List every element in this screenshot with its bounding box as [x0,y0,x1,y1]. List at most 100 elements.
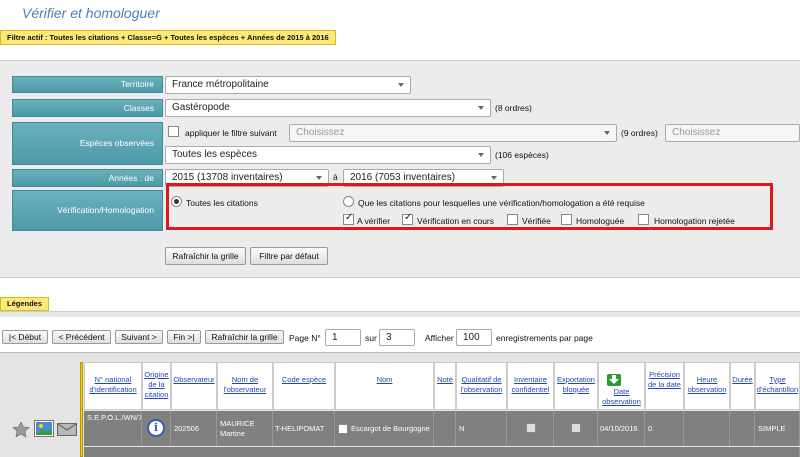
table-row-next [84,447,800,457]
year-to-label: à [333,172,338,182]
export-blocked-checkbox[interactable] [571,423,581,433]
chevron-down-icon [316,176,322,180]
rejetee-label: Homologation rejetée [654,216,735,226]
species-filter-select[interactable]: Choisissez [289,124,617,142]
mail-icon[interactable] [57,423,77,436]
cell-type: SIMPLE [755,411,800,446]
classes-label: Classes [12,99,163,117]
row-select-checkbox[interactable] [338,424,348,434]
verification-label: Vérification/Homologation [12,190,163,231]
sur-label: sur [365,333,377,343]
chevron-down-icon [478,106,484,110]
checkbox-homologuee[interactable] [561,214,572,225]
radio-required-label: Que les citations pour lesquelles une vé… [358,198,645,208]
pager-refresh-button[interactable]: Rafraîchir la grille [205,330,284,344]
col-header-nom-observateur[interactable]: Nom de l'observateur [217,362,273,410]
cell-note [434,411,456,446]
order-select[interactable]: Choisissez [665,124,800,142]
col-header-note[interactable]: Note [434,362,456,410]
year-from-value: 2015 (13708 inventaires) [172,172,283,183]
chevron-down-icon [398,83,404,87]
cell-id: S.E.P.O.L./WN/73978/1182722 [84,411,142,446]
col-header-origine[interactable]: Origine de la citation [142,362,171,410]
year-to-value: 2016 (7053 inventaires) [350,172,456,183]
especes-count: (106 espèces) [495,150,549,160]
total-pages-field: 3 [379,329,415,346]
refresh-grid-button[interactable]: Rafraîchir la grille [165,247,246,265]
cell-nom-observateur: MAURICE Martine [217,411,273,446]
legends-tab[interactable]: Légendes [0,297,50,311]
col-header-heure[interactable]: Heure observation [684,362,730,410]
species-name: Escargot de Bourgogne [351,424,430,433]
col-header-id[interactable]: N° national d'identification [84,362,142,410]
chevron-down-icon [478,153,484,157]
territoire-value: France métropolitaine [172,79,269,90]
col-header-precision[interactable]: Précision de la date [645,362,684,410]
radio-all-label: Toutes les citations [186,198,258,208]
pager-next-button[interactable]: Suivant > [115,330,163,344]
territoire-select[interactable]: France métropolitaine [165,76,411,94]
a-verifier-label: A vérifier [357,216,391,226]
chevron-down-icon [491,176,497,180]
annees-label: Années : de [12,169,163,187]
separator [0,311,800,317]
species-filter-value: Choisissez [296,127,345,138]
cell-nom: Escargot de Bourgogne [335,411,434,446]
chevron-down-icon [604,131,610,135]
classes-select[interactable]: Gastéropode [165,99,491,117]
pager-previous-button[interactable]: < Précédent [52,330,111,344]
cell-code-espece: T-HELIPOMAT [273,411,335,446]
col-header-inventaire[interactable]: Inventaire confidentiel [507,362,554,410]
orders-count: (9 ordres) [621,128,658,138]
cell-inventaire [507,411,554,446]
cell-precision: 0 [645,411,684,446]
cell-heure [684,411,730,446]
cell-exportation [554,411,598,446]
col-header-observateur[interactable]: Observateur [171,362,217,410]
order-value: Choisissez [672,127,721,138]
checkbox-homologation-rejetee[interactable] [638,214,649,225]
apply-filter-checkbox[interactable] [168,126,179,137]
page-title: Vérifier et homologuer [22,5,160,21]
col-header-date[interactable]: Date observation [598,362,645,410]
per-page-input[interactable]: 100 [456,329,492,346]
confidential-checkbox[interactable] [526,423,536,433]
afficher-label: Afficher [425,333,454,343]
checkbox-a-verifier[interactable] [343,212,354,225]
homologuee-label: Homologuée [576,216,625,226]
row-status-bar [80,362,83,457]
verifiee-label: Vérifiée [522,216,551,226]
pager-first-button[interactable]: |< Début [2,330,48,344]
col-header-exportation[interactable]: Exportation bloquée [554,362,598,410]
col-header-duree[interactable]: Durée [730,362,755,410]
cell-origine: i [142,411,171,446]
cell-observateur: 202506 [171,411,217,446]
checkbox-verifiee[interactable] [507,214,518,225]
apply-filter-label: appliquer le filtre suivant [185,128,277,138]
active-filter-banner: Filtre actif : Toutes les citations + Cl… [0,30,336,45]
download-arrow-icon[interactable] [607,374,621,386]
classes-count: (8 ordres) [495,103,532,113]
default-filter-button[interactable]: Filtre par défaut [250,247,328,265]
especes-value: Toutes les espèces [172,149,258,160]
checkbox-verification-en-cours[interactable] [402,212,413,225]
cell-qualitatif: N [456,411,507,446]
col-header-qualitatif[interactable]: Qualitatif de l'observation [456,362,507,410]
image-icon[interactable] [34,420,54,437]
cell-date: 04/10/2016 [598,411,645,446]
radio-all-citations[interactable] [171,196,182,207]
pager-last-button[interactable]: Fin >| [167,330,201,344]
territoire-label: Territoire [12,76,163,93]
page-label: Page N° [289,333,321,343]
col-header-code-espece[interactable]: Code espèce [273,362,335,410]
en-cours-label: Vérification en cours [417,216,495,226]
classes-value: Gastéropode [172,102,230,113]
page-input[interactable]: 1 [325,329,361,346]
especes-select[interactable]: Toutes les espèces [165,146,491,164]
col-header-type[interactable]: Type d'échantillon [755,362,800,410]
star-gear-icon[interactable] [12,421,32,439]
col-header-nom[interactable]: Nom [335,362,434,410]
radio-required-citations[interactable] [343,196,354,207]
per-page-suffix: enregistrements par page [496,333,593,343]
info-icon[interactable]: i [147,419,165,437]
